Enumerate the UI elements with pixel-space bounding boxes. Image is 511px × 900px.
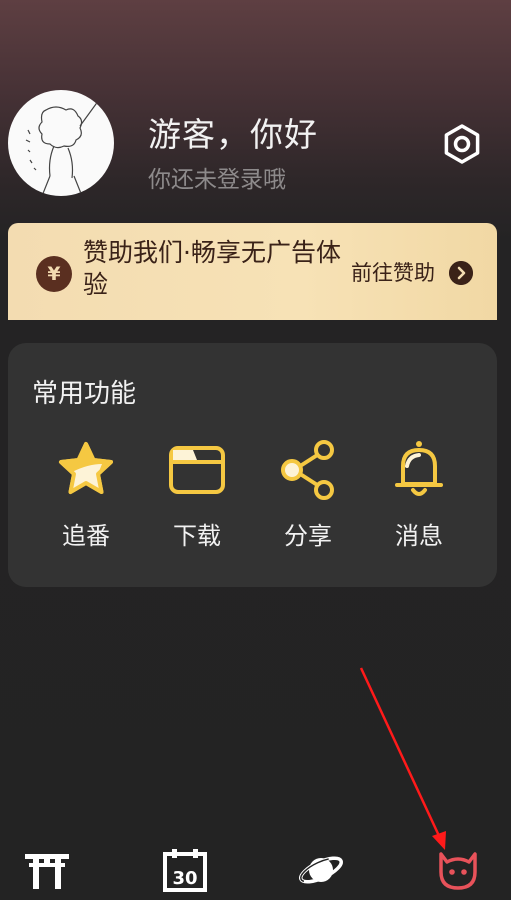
common-functions-panel: 常用功能 追番 下载 分享 消息 bbox=[8, 343, 497, 587]
calendar-day-label: 30 bbox=[172, 868, 197, 889]
sponsor-text: 赞助我们·畅享无广告体验 bbox=[83, 238, 341, 299]
tab-profile-mascot-icon[interactable] bbox=[433, 848, 483, 892]
function-download[interactable]: 下载 bbox=[147, 438, 247, 551]
sponsor-banner[interactable]: ¥ 赞助我们·畅享无广告体验 前往赞助 bbox=[8, 223, 497, 320]
function-share[interactable]: 分享 bbox=[258, 438, 358, 551]
tab-discover-planet-icon[interactable] bbox=[296, 848, 346, 892]
function-label: 分享 bbox=[284, 522, 332, 550]
function-label: 追番 bbox=[62, 522, 110, 550]
star-icon bbox=[59, 442, 113, 494]
tab-home-torii-icon[interactable] bbox=[22, 848, 72, 892]
function-messages[interactable]: 消息 bbox=[369, 438, 469, 551]
function-follow-anime[interactable]: 追番 bbox=[36, 438, 136, 551]
folder-icon bbox=[169, 446, 225, 494]
function-label: 下载 bbox=[173, 522, 221, 550]
chevron-right-icon bbox=[449, 261, 473, 285]
avatar[interactable] bbox=[8, 90, 114, 196]
greeting-title: 游客，你好 bbox=[148, 115, 318, 154]
function-label: 消息 bbox=[395, 522, 443, 550]
avatar-sketch-image bbox=[25, 97, 101, 196]
panel-title: 常用功能 bbox=[32, 379, 137, 409]
login-status[interactable]: 你还未登录哦 bbox=[148, 160, 286, 194]
bell-icon bbox=[395, 441, 443, 496]
sponsor-link[interactable]: 前往赞助 bbox=[351, 257, 435, 287]
share-icon bbox=[281, 440, 334, 500]
settings-icon[interactable] bbox=[440, 122, 484, 166]
yen-icon: ¥ bbox=[36, 256, 72, 292]
tab-calendar-icon[interactable]: 30 bbox=[160, 848, 210, 892]
